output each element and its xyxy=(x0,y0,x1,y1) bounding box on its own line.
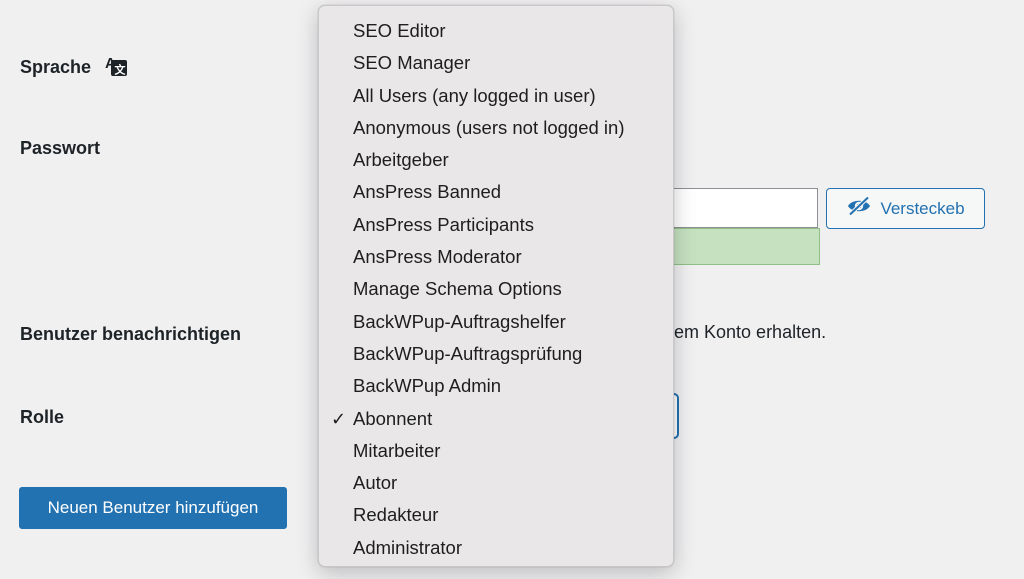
hide-password-button[interactable]: Versteckeb xyxy=(826,188,985,229)
role-option[interactable]: BackWPup-Auftragsprüfung xyxy=(319,338,673,370)
role-option[interactable]: Arbeitgeber xyxy=(319,144,673,176)
role-option-label: Arbeitgeber xyxy=(353,149,449,171)
role-option-label: AnsPress Moderator xyxy=(353,246,522,268)
role-option-label: BackWPup Admin xyxy=(353,375,502,397)
password-label: Passwort xyxy=(20,138,101,158)
language-label: Sprache xyxy=(20,57,92,77)
language-row-label: Sprache A 文 xyxy=(20,53,130,82)
translation-icon: A 文 xyxy=(102,53,130,82)
eye-slash-icon xyxy=(846,196,872,221)
role-option[interactable]: SEO Editor xyxy=(319,15,673,47)
role-option-label: AnsPress Banned xyxy=(353,181,502,203)
role-option-label: BackWPup-Auftragsprüfung xyxy=(353,342,583,364)
role-option-label: All Users (any logged in user) xyxy=(353,84,596,106)
role-option[interactable]: Mitarbeiter xyxy=(319,435,673,467)
role-option-label: AnsPress Participants xyxy=(353,213,534,235)
role-option-label: Manage Schema Options xyxy=(353,278,562,300)
user-new-page: Sprache A 文 Passwort Versteckeb Benutzer… xyxy=(0,0,1024,579)
role-dropdown-menu: SEO Editor SEO Manager All Users (any logg… xyxy=(318,5,674,567)
hide-password-label: Versteckeb xyxy=(880,198,965,218)
role-option[interactable]: All Users (any logged in user) xyxy=(319,80,673,112)
role-option[interactable]: Autor xyxy=(319,467,673,499)
role-label: Rolle xyxy=(20,407,65,427)
role-option[interactable]: AnsPress Banned xyxy=(319,176,673,208)
role-option-label: Administrator xyxy=(353,536,462,558)
role-option[interactable]: BackWPup-Auftragshelfer xyxy=(319,306,673,338)
role-option[interactable]: Administrator xyxy=(319,532,673,564)
notify-label: Benutzer benachrichtigen xyxy=(20,324,242,344)
role-option[interactable]: SEO Manager xyxy=(319,47,673,79)
role-option-label: BackWPup-Auftragshelfer xyxy=(353,310,566,332)
role-option[interactable]: AnsPress Participants xyxy=(319,209,673,241)
role-option[interactable]: AnsPress Moderator xyxy=(319,241,673,273)
role-option-label: Autor xyxy=(353,472,398,494)
role-option-label: Anonymous (users not logged in) xyxy=(353,116,625,138)
role-option-label: Abonnent xyxy=(353,407,433,429)
role-option[interactable]: Anonymous (users not logged in) xyxy=(319,112,673,144)
role-option-label: SEO Manager xyxy=(353,52,471,74)
role-option[interactable]: BackWPup Admin xyxy=(319,370,673,402)
role-option-selected[interactable]: ✓ Abonnent xyxy=(319,403,673,435)
role-option-label: Redakteur xyxy=(353,504,439,526)
add-user-button[interactable]: Neuen Benutzer hinzufügen xyxy=(19,487,287,529)
svg-text:文: 文 xyxy=(115,63,127,77)
checkmark-icon: ✓ xyxy=(331,408,347,429)
notify-description: inem Konto erhalten. xyxy=(660,322,827,342)
role-option-label: SEO Editor xyxy=(353,20,446,41)
role-option[interactable]: Redakteur xyxy=(319,499,673,531)
role-option-label: Mitarbeiter xyxy=(353,439,441,461)
role-option[interactable]: Manage Schema Options xyxy=(319,273,673,305)
